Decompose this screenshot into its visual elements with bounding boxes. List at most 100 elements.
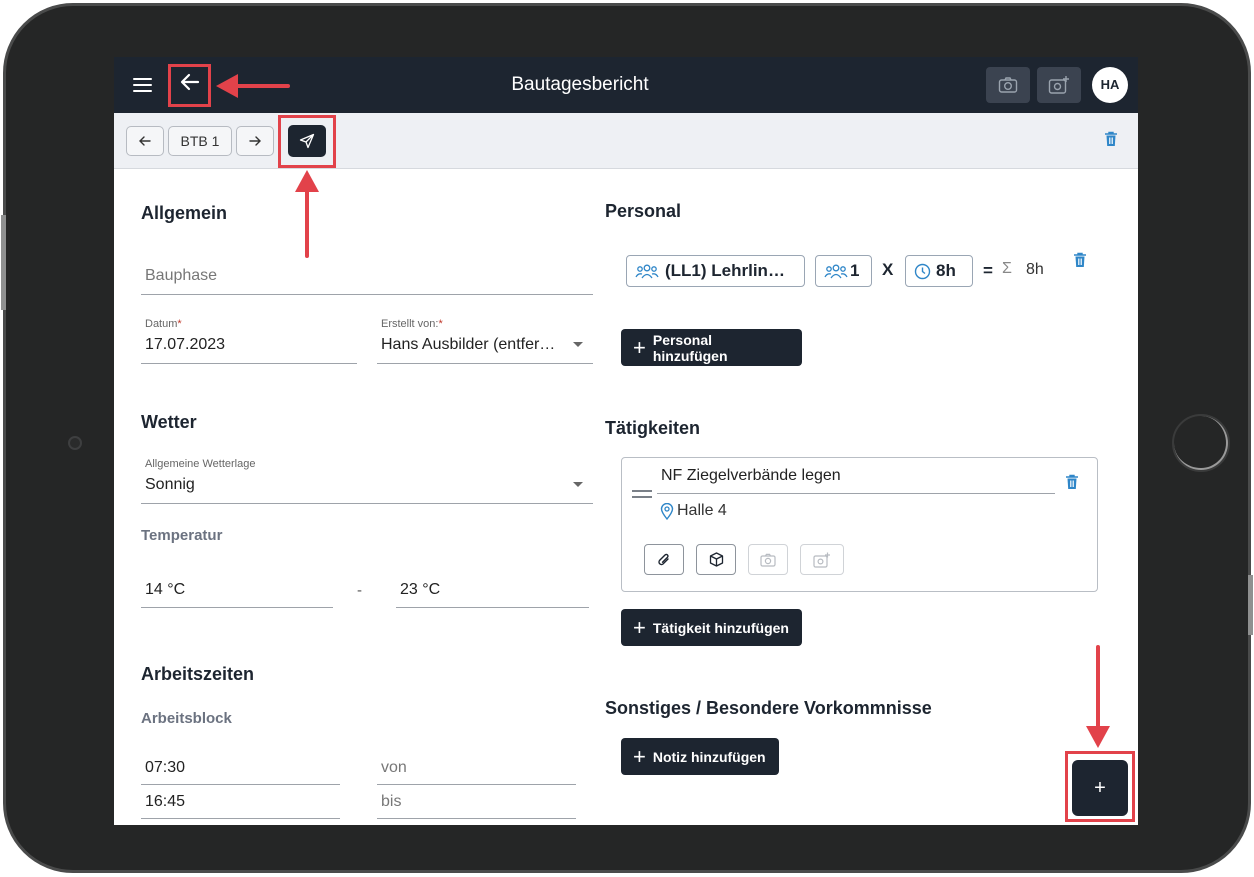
add-note-button[interactable]: + Notiz hinzufügen [621, 738, 779, 775]
temp-max-value: 23 °C [400, 581, 441, 598]
box-icon [709, 552, 723, 567]
volume-edge [1, 215, 6, 310]
front-camera [68, 436, 82, 450]
camera-icon [760, 553, 776, 567]
bis-time-value: 16:45 [145, 793, 186, 810]
report-selector[interactable]: BTB 1 [168, 126, 232, 156]
sum-icon: Σ [1002, 260, 1012, 277]
add-photo-button[interactable] [1037, 67, 1081, 103]
activity-name-value: NF Ziegelverbände legen [661, 467, 841, 484]
activity-camera-button[interactable] [748, 544, 788, 575]
annotation-arrow-fab [1096, 645, 1100, 730]
bis-label: bis [381, 793, 402, 810]
location-pin-icon [660, 502, 674, 520]
personal-role-label: (LL1) Lehrlin… [665, 261, 785, 280]
group-icon [824, 264, 848, 279]
von-label-field: von [377, 751, 576, 785]
arrow-right-icon [249, 136, 261, 146]
activity-name-field[interactable]: NF Ziegelverbände legen [657, 464, 1055, 494]
bis-time-field[interactable]: 16:45 [141, 785, 340, 819]
delete-activity-button[interactable] [1065, 474, 1079, 495]
previous-report-button[interactable] [126, 126, 164, 156]
user-avatar[interactable]: HA [1092, 67, 1128, 103]
delete-personal-button[interactable] [1073, 252, 1087, 273]
temp-separator: - [357, 582, 362, 599]
material-button[interactable] [696, 544, 736, 575]
add-personal-label: Personal hinzufügen [652, 331, 728, 364]
erstellt-von-select[interactable]: Erstellt von:* Hans Ausbilder (entfer… [377, 315, 593, 364]
required-mark: * [177, 318, 182, 330]
personal-sum-value: 8h [1026, 261, 1044, 278]
von-time-value: 07:30 [145, 759, 186, 776]
wetterlage-select[interactable]: Allgemeine Wetterlage Sonnig [141, 454, 593, 504]
report-toolbar: BTB 1 [114, 113, 1138, 169]
arrow-head-icon [216, 74, 238, 98]
arrow-left-icon [139, 136, 151, 146]
plus-icon: + [633, 743, 646, 769]
bis-label-field: bis [377, 785, 576, 819]
erstellt-von-label: Erstellt von: [381, 318, 439, 330]
von-label: von [381, 759, 407, 776]
attachment-button[interactable] [644, 544, 684, 575]
annotation-arrow-send [305, 188, 309, 258]
power-edge [1248, 575, 1253, 635]
add-photo-icon [813, 552, 830, 568]
activity-card: NF Ziegelverbände legen Halle 4 [621, 457, 1098, 592]
temp-min-value: 14 °C [145, 581, 186, 598]
arrow-head-icon [295, 170, 319, 192]
trash-icon [1105, 131, 1117, 146]
add-activity-label: Tätigkeit hinzufügen [652, 619, 789, 636]
chevron-down-icon [573, 482, 583, 487]
erstellt-von-value: Hans Ausbilder (entfer… [381, 336, 556, 353]
plus-icon: + [633, 614, 646, 640]
add-activity-button[interactable]: + Tätigkeit hinzufügen [621, 609, 802, 646]
wetterlage-value: Sonnig [145, 476, 195, 493]
add-personal-button[interactable]: + Personal hinzufügen [621, 329, 802, 366]
section-arbeitszeiten-title: Arbeitszeiten [141, 664, 255, 684]
add-note-label: Notiz hinzufügen [652, 748, 766, 765]
personal-hours-value: 8h [936, 261, 956, 280]
trash-icon [1074, 252, 1086, 267]
annotation-send-highlight [278, 115, 336, 168]
temp-min-field[interactable]: 14 °C [141, 572, 333, 608]
datum-label: Datum [145, 318, 178, 330]
arrow-head-icon [1086, 726, 1110, 748]
temperatur-title: Temperatur [141, 527, 223, 544]
personal-role-chip[interactable]: (LL1) Lehrlin… [626, 255, 805, 287]
multiply-sign: X [882, 260, 894, 279]
personal-count-chip[interactable]: 1 [815, 255, 872, 287]
bauphase-field[interactable]: Bauphase [141, 255, 593, 295]
personal-hours-chip[interactable]: 8h [905, 255, 973, 287]
clock-icon [914, 263, 931, 279]
camera-icon [998, 77, 1018, 93]
von-time-field[interactable]: 07:30 [141, 751, 340, 785]
group-icon [635, 264, 659, 279]
section-wetter-title: Wetter [141, 412, 197, 432]
annotation-fab-highlight [1065, 751, 1135, 822]
section-taetigkeiten-title: Tätigkeiten [605, 418, 701, 438]
required-mark: * [438, 318, 443, 330]
next-report-button[interactable] [236, 126, 274, 156]
add-photo-icon [1048, 76, 1069, 94]
activity-add-photo-button[interactable] [800, 544, 844, 575]
plus-icon: + [633, 334, 646, 360]
delete-report-button[interactable] [1104, 131, 1118, 152]
arbeitsblock-title: Arbeitsblock [141, 710, 232, 727]
trash-icon [1066, 474, 1078, 489]
section-sonstiges-title: Sonstiges / Besondere Vorkommnisse [605, 698, 932, 718]
equals-sign: = [983, 261, 993, 280]
datum-value: 17.07.2023 [145, 336, 226, 353]
annotation-back-highlight [168, 64, 211, 107]
paperclip-icon [658, 553, 669, 565]
datum-field[interactable]: Datum* 17.07.2023 [141, 315, 357, 364]
camera-button[interactable] [986, 67, 1030, 103]
activity-location-value: Halle 4 [677, 502, 727, 519]
section-personal-title: Personal [605, 201, 682, 221]
app-screen: Bautagesbericht HA BTB 1 Allgemein Bauph… [114, 57, 1138, 825]
chevron-down-icon [573, 342, 583, 347]
annotation-arrow-back [232, 84, 290, 88]
drag-handle-icon[interactable] [632, 490, 652, 498]
activity-location[interactable]: Halle 4 [660, 502, 727, 520]
temp-max-field[interactable]: 23 °C [396, 572, 589, 608]
section-allgemein-title: Allgemein [141, 203, 228, 223]
